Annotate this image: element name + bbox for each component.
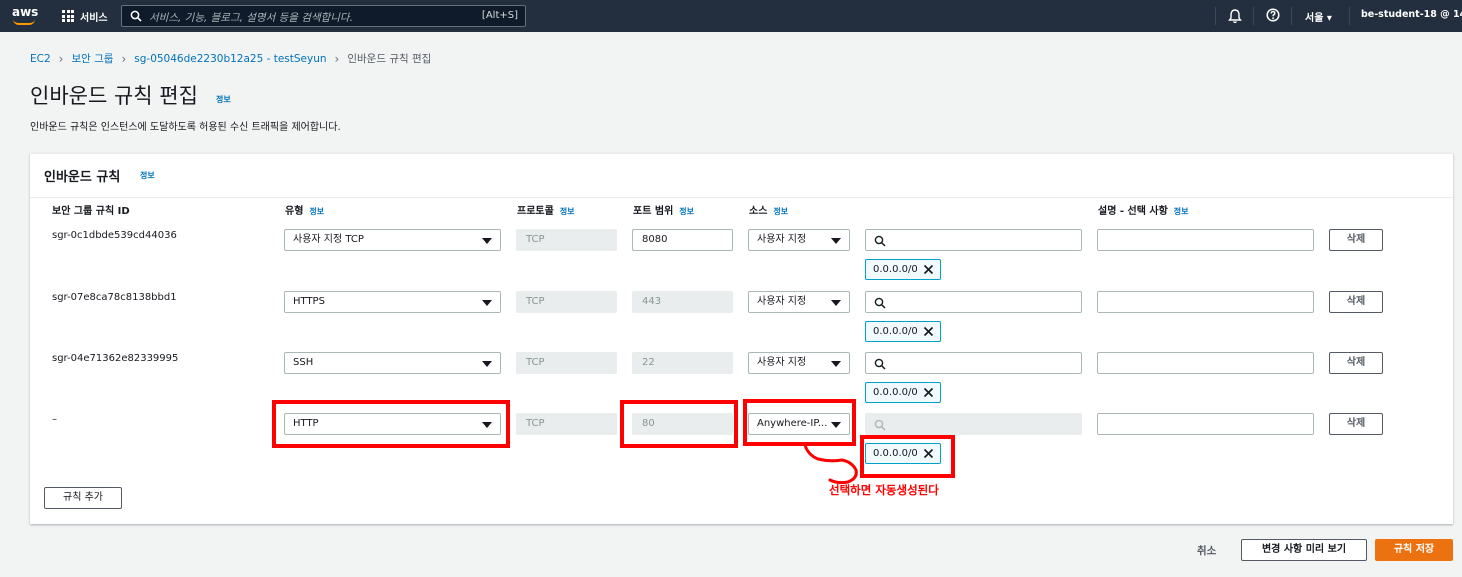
port-range-input[interactable]: 8080: [632, 229, 733, 251]
services-label: 서비스: [80, 12, 108, 24]
protocol-field: TCP: [516, 352, 617, 374]
description-info-link[interactable]: 정보: [1174, 207, 1189, 216]
aws-logo[interactable]: aws: [12, 6, 38, 26]
chevron-right-icon: ›: [334, 51, 340, 66]
rule-id: sgr-07e8ca78c8138bbd1: [52, 292, 177, 303]
protocol-field: TCP: [516, 291, 617, 313]
port-range-field: 443: [632, 291, 733, 313]
chevron-right-icon: ›: [58, 51, 64, 66]
delete-button[interactable]: 삭제: [1329, 291, 1383, 313]
region-selector[interactable]: 서울 ▾: [1305, 9, 1332, 24]
aws-logo-text: aws: [12, 5, 39, 19]
page-title: 인바운드 규칙 편집: [30, 84, 198, 108]
search-icon: [874, 358, 886, 370]
column-header-port-range: 포트 범위 정보: [633, 206, 695, 217]
close-icon[interactable]: [923, 326, 934, 337]
rule-id: sgr-04e71362e82339995: [52, 353, 179, 364]
search-icon: [130, 10, 142, 22]
services-menu-button[interactable]: 서비스: [62, 9, 108, 24]
cidr-search-input[interactable]: [865, 229, 1082, 251]
panel-title: 인바운드 규칙: [44, 170, 121, 185]
cidr-token: 0.0.0.0/0: [865, 382, 941, 403]
port-range-field: 22: [632, 352, 733, 374]
type-info-link[interactable]: 정보: [309, 207, 324, 216]
search-input[interactable]: 서비스, 기능, 블로그, 설명서 등을 검색합니다. [Alt+S]: [121, 5, 526, 27]
breadcrumb-security-groups[interactable]: 보안 그룹: [71, 51, 113, 66]
search-placeholder: 서비스, 기능, 블로그, 설명서 등을 검색합니다.: [149, 12, 353, 24]
inbound-rules-panel: 인바운드 규칙 정보: [30, 153, 1453, 524]
grid-icon: [62, 10, 74, 22]
cidr-token: 0.0.0.0/0: [865, 321, 941, 342]
type-select[interactable]: SSH: [284, 352, 501, 374]
protocol-info-link[interactable]: 정보: [560, 207, 575, 216]
type-select[interactable]: 사용자 지정 TCP: [284, 229, 501, 251]
cidr-search-input[interactable]: [865, 291, 1082, 313]
cancel-button[interactable]: 취소: [1197, 543, 1216, 558]
panel-header: 인바운드 규칙 정보: [30, 154, 1453, 198]
preview-changes-button[interactable]: 변경 사항 미리 보기: [1241, 539, 1367, 561]
search-icon: [874, 419, 886, 431]
cidr-search-input: [865, 413, 1082, 435]
description-input[interactable]: [1097, 352, 1314, 374]
source-select[interactable]: 사용자 지정: [748, 229, 850, 251]
close-icon[interactable]: [923, 264, 934, 275]
annotation-box-source: [743, 399, 856, 446]
column-header-type: 유형 정보: [285, 206, 325, 217]
annotation-box-port: [620, 400, 738, 448]
chevron-right-icon: ›: [121, 51, 127, 66]
protocol-field: TCP: [516, 229, 617, 251]
annotation-text: 선택하면 자동생성된다: [829, 483, 939, 497]
protocol-field: TCP: [516, 413, 617, 435]
column-header-rule-id: 보안 그룹 규칙 ID: [52, 206, 130, 217]
type-select[interactable]: HTTPS: [284, 291, 501, 313]
delete-button[interactable]: 삭제: [1329, 229, 1383, 251]
caret-down-icon: [831, 238, 841, 244]
cidr-search-input[interactable]: [865, 352, 1082, 374]
top-navigation: aws 서비스 서비스, 기능, 블로그, 설명서 등을 검색합니다. [Alt…: [0, 0, 1462, 32]
delete-button[interactable]: 삭제: [1329, 352, 1383, 374]
column-header-protocol: 프로토콜 정보: [517, 206, 575, 217]
breadcrumb-ec2[interactable]: EC2: [30, 53, 51, 65]
page-subtitle: 인바운드 규칙은 인스턴스에 도달하도록 허용된 수신 트래픽을 제어합니다.: [30, 122, 341, 133]
caret-down-icon: [482, 361, 492, 367]
source-select[interactable]: 사용자 지정: [748, 291, 850, 313]
caret-down-icon: [831, 361, 841, 367]
notification-bell-icon[interactable]: [1228, 8, 1242, 24]
panel-info-link[interactable]: 정보: [140, 170, 155, 181]
search-icon: [874, 235, 886, 247]
annotation-box-type: [272, 400, 510, 448]
rule-id: sgr-0c1dbde539cd44036: [52, 230, 177, 241]
help-icon[interactable]: [1266, 8, 1280, 22]
title-info-link[interactable]: 정보: [216, 94, 231, 105]
close-icon[interactable]: [923, 387, 934, 398]
description-input[interactable]: [1097, 413, 1314, 435]
add-rule-button[interactable]: 규칙 추가: [44, 487, 122, 509]
caret-down-icon: [482, 300, 492, 306]
delete-button[interactable]: 삭제: [1329, 413, 1383, 435]
breadcrumb-current: 인바운드 규칙 편집: [347, 53, 432, 65]
description-input[interactable]: [1097, 291, 1314, 313]
account-menu[interactable]: be-student-18 @ 1461-4: [1361, 9, 1462, 20]
port-info-link[interactable]: 정보: [679, 207, 694, 216]
breadcrumb-security-group[interactable]: sg-05046de2230b12a25 - testSeyun: [134, 53, 326, 65]
save-rules-button[interactable]: 규칙 저장: [1375, 539, 1453, 561]
rule-id: –: [52, 414, 57, 425]
column-header-description: 설명 - 선택 사항 정보: [1098, 206, 1189, 217]
description-input[interactable]: [1097, 229, 1314, 251]
annotation-box-cidr: [860, 435, 955, 478]
breadcrumb: EC2 › 보안 그룹 › sg-05046de2230b12a25 - tes…: [30, 51, 431, 66]
search-shortcut: [Alt+S]: [481, 10, 518, 21]
caret-down-icon: [831, 300, 841, 306]
search-icon: [874, 297, 886, 309]
source-select[interactable]: 사용자 지정: [748, 352, 850, 374]
column-header-source: 소스 정보: [749, 206, 789, 217]
cidr-token: 0.0.0.0/0: [865, 259, 941, 280]
source-info-link[interactable]: 정보: [773, 207, 788, 216]
caret-down-icon: [482, 238, 492, 244]
